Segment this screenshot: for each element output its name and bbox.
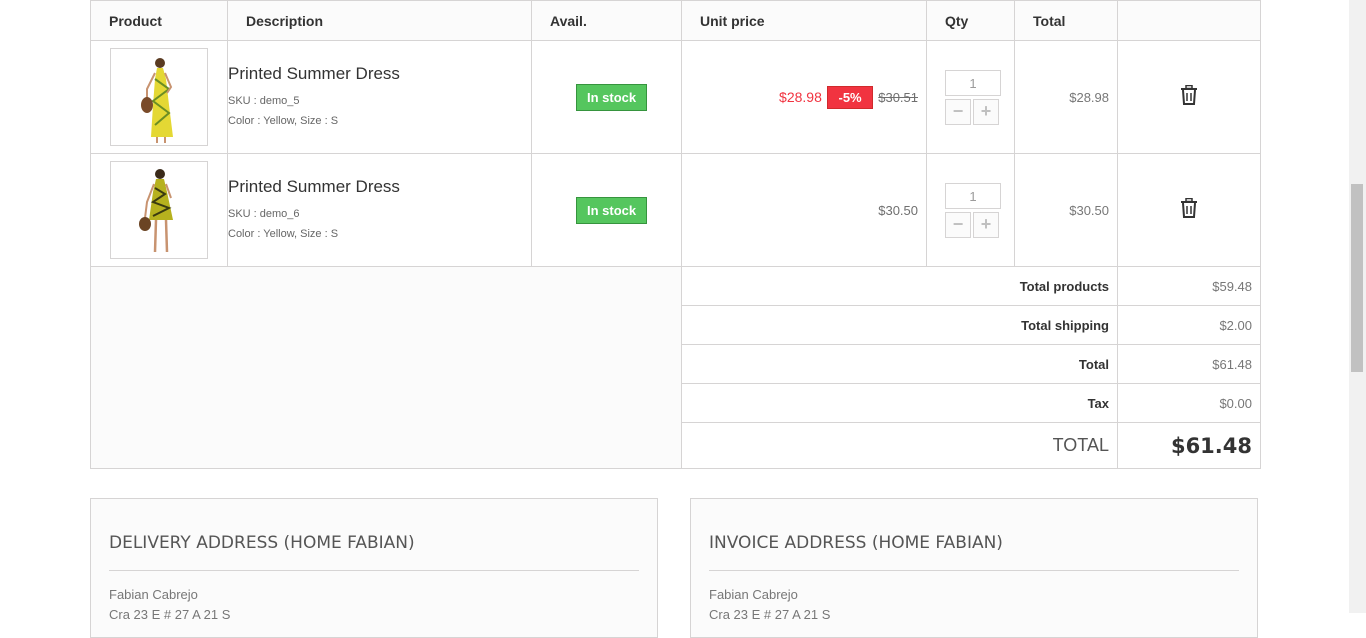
unit-price-cell: $28.98 -5% $30.51 bbox=[681, 40, 927, 154]
header-total: Total bbox=[1014, 0, 1118, 41]
scrollbar-thumb[interactable] bbox=[1351, 184, 1363, 372]
delivery-address-title: DELIVERY ADDRESS (HOME FABIAN) bbox=[109, 533, 415, 553]
delivery-street: Cra 23 E # 27 A 21 S bbox=[109, 607, 231, 622]
minus-icon: − bbox=[952, 101, 964, 121]
divider bbox=[109, 570, 639, 571]
total-shipping-value: $2.00 bbox=[1117, 305, 1261, 345]
special-price: $28.98 bbox=[779, 88, 822, 105]
product-image[interactable] bbox=[110, 48, 208, 146]
delete-cell bbox=[1117, 153, 1261, 267]
product-attributes-link[interactable]: Color : Yellow, Size : S bbox=[228, 111, 531, 131]
line-total: $30.50 bbox=[1014, 153, 1118, 267]
total-products-value: $59.48 bbox=[1117, 266, 1261, 306]
table-row: Printed Summer Dress SKU : demo_6 Color … bbox=[90, 153, 1261, 267]
product-sku: SKU : demo_6 bbox=[228, 207, 300, 220]
in-stock-badge: In stock bbox=[576, 83, 648, 111]
trash-icon[interactable] bbox=[1180, 84, 1198, 105]
old-price: $30.51 bbox=[878, 89, 918, 105]
invoice-address-title: INVOICE ADDRESS (HOME FABIAN) bbox=[709, 533, 1003, 553]
table-header-row: Product Description Avail. Unit price Qt… bbox=[90, 0, 1261, 41]
invoice-street: Cra 23 E # 27 A 21 S bbox=[709, 607, 831, 622]
summary-spacer bbox=[90, 266, 682, 469]
discount-badge: -5% bbox=[827, 85, 873, 109]
total-label: Total bbox=[681, 344, 1118, 384]
total-products-label: Total products bbox=[681, 266, 1118, 306]
line-total: $28.98 bbox=[1014, 40, 1118, 154]
qty-cell: 1 − + bbox=[926, 153, 1015, 267]
quantity-increase-button[interactable]: + bbox=[973, 98, 999, 125]
quantity-decrease-button[interactable]: − bbox=[945, 98, 971, 125]
tax-value: $0.00 bbox=[1117, 383, 1261, 423]
quantity-increase-button[interactable]: + bbox=[973, 211, 999, 238]
delivery-address-box: DELIVERY ADDRESS (HOME FABIAN) Fabian Ca… bbox=[90, 498, 658, 638]
header-product: Product bbox=[90, 0, 228, 41]
divider bbox=[709, 570, 1239, 571]
quantity-input[interactable]: 1 bbox=[945, 182, 1001, 209]
product-attributes-link[interactable]: Color : Yellow, Size : S bbox=[228, 224, 531, 244]
product-image[interactable] bbox=[110, 161, 208, 259]
in-stock-badge: In stock bbox=[576, 196, 648, 224]
grand-total-value: $61.48 bbox=[1117, 422, 1261, 469]
quantity-decrease-button[interactable]: − bbox=[945, 211, 971, 238]
product-description-cell: Printed Summer Dress SKU : demo_6 Color … bbox=[227, 153, 532, 267]
tax-label: Tax bbox=[681, 383, 1118, 423]
header-actions bbox=[1117, 0, 1261, 41]
trash-icon[interactable] bbox=[1180, 197, 1198, 218]
invoice-name: Fabian Cabrejo bbox=[709, 587, 798, 602]
table-row: Printed Summer Dress SKU : demo_5 Color … bbox=[90, 40, 1261, 154]
minus-icon: − bbox=[952, 214, 964, 234]
total-shipping-label: Total shipping bbox=[681, 305, 1118, 345]
delivery-name: Fabian Cabrejo bbox=[109, 587, 198, 602]
plus-icon: + bbox=[980, 214, 992, 234]
qty-cell: 1 − + bbox=[926, 40, 1015, 154]
availability-cell: In stock bbox=[531, 153, 682, 267]
cart-summary-table: Product Description Avail. Unit price Qt… bbox=[90, 0, 1261, 469]
delete-cell bbox=[1117, 40, 1261, 154]
price: $30.50 bbox=[878, 202, 918, 218]
product-name-link[interactable]: Printed Summer Dress bbox=[228, 177, 531, 197]
unit-price-cell: $30.50 bbox=[681, 153, 927, 267]
page-scrollbar[interactable] bbox=[1349, 0, 1366, 613]
header-avail: Avail. bbox=[531, 0, 682, 41]
product-image-cell bbox=[90, 40, 228, 154]
header-qty: Qty bbox=[926, 0, 1015, 41]
product-image-cell bbox=[90, 153, 228, 267]
availability-cell: In stock bbox=[531, 40, 682, 154]
grand-total-label: TOTAL bbox=[681, 422, 1118, 469]
product-sku: SKU : demo_5 bbox=[228, 94, 300, 107]
quantity-input[interactable]: 1 bbox=[945, 69, 1001, 96]
summary-row: Total products $59.48 bbox=[90, 266, 1261, 469]
header-unit-price: Unit price bbox=[681, 0, 927, 41]
plus-icon: + bbox=[980, 101, 992, 121]
product-name-link[interactable]: Printed Summer Dress bbox=[228, 64, 531, 84]
product-description-cell: Printed Summer Dress SKU : demo_5 Color … bbox=[227, 40, 532, 154]
header-description: Description bbox=[227, 0, 532, 41]
total-value: $61.48 bbox=[1117, 344, 1261, 384]
invoice-address-box: INVOICE ADDRESS (HOME FABIAN) Fabian Cab… bbox=[690, 498, 1258, 638]
